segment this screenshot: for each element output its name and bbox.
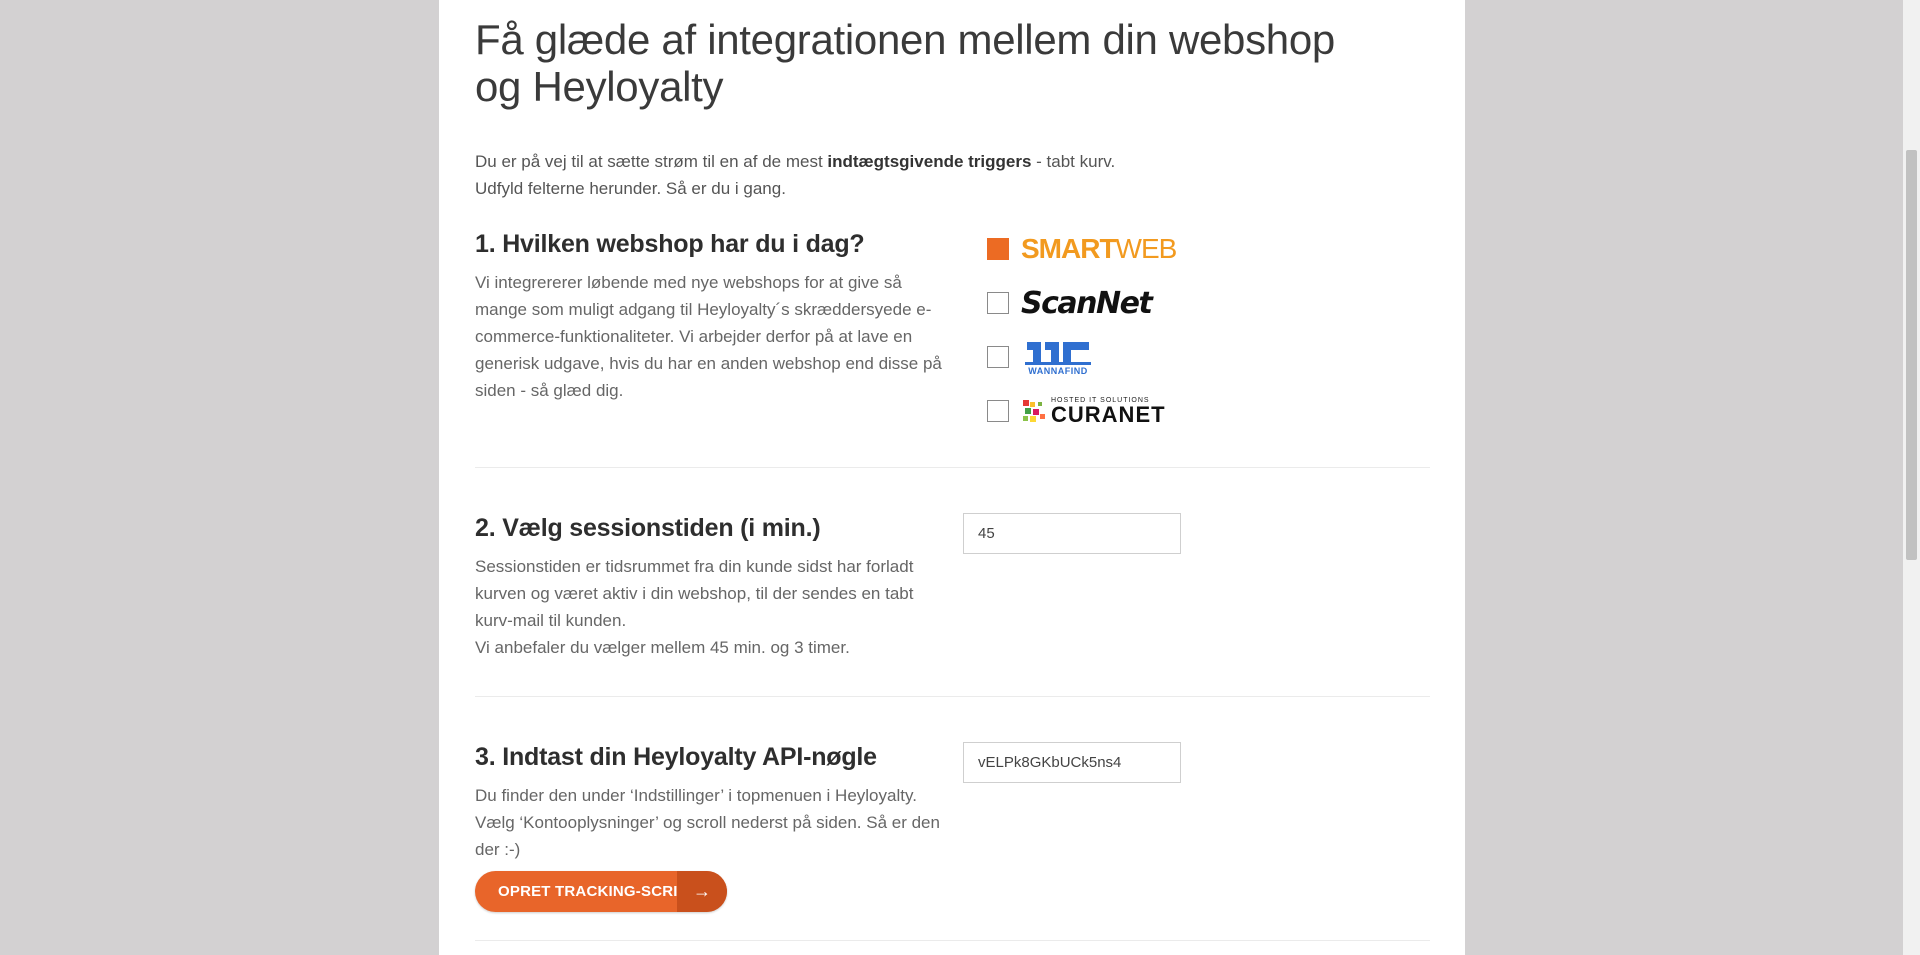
section-1-title: 1. Hvilken webshop har du i dag? [475, 230, 865, 258]
curanet-logo-text: CURANET [1051, 401, 1166, 427]
intro-line-1-start: Du er på vej til at sætte strøm til en a… [475, 152, 828, 171]
create-tracking-script-label: OPRET TRACKING-SCRIPT [498, 883, 698, 900]
curanet-checkbox[interactable] [987, 400, 1009, 422]
page-card: Få glæde af integrationen mellem din web… [439, 0, 1465, 955]
intro-line-1: Du er på vej til at sætte strøm til en a… [475, 148, 1275, 175]
intro-line-1-end: - tabt kurv. [1031, 152, 1116, 171]
arrow-right-icon: → [677, 871, 727, 912]
scrollbar-thumb[interactable] [1906, 150, 1917, 560]
curanet-logo-text-wrap: HOSTED IT SOLUTIONS CURANET [1051, 397, 1166, 426]
page-scrollbar[interactable] [1903, 0, 1920, 955]
section-session: 2. Vælg sessionstiden (i min.) Sessionst… [475, 513, 1430, 661]
session-time-input[interactable]: 45 [963, 513, 1181, 554]
wannafind-logo: WANNAFIND [1023, 338, 1093, 376]
webshop-options: SMART WEB ScanNet WANNAFIND HOSTED IT SO… [987, 230, 1207, 438]
section-2-text: Sessionstiden er tidsrummet fra din kund… [475, 553, 945, 661]
section-3-text: Du finder den under ‘Indstillinger’ i to… [475, 786, 940, 859]
intro-line-1-bold: indtægtsgivende triggers [827, 152, 1032, 171]
section-2-text-2: Vi anbefaler du vælger mellem 45 min. og… [475, 638, 850, 657]
create-tracking-script-button[interactable]: OPRET TRACKING-SCRIPT → [475, 871, 727, 912]
intro-text: Du er på vej til at sætte strøm til en a… [475, 148, 1275, 202]
smartweb-logo-bold: SMART [1021, 233, 1117, 264]
section-3-title: 3. Indtast din Heyloyalty API-nøgle [475, 743, 877, 771]
section-api-key: 3. Indtast din Heyloyalty API-nøgle Du f… [475, 742, 1430, 863]
section-divider-1 [475, 467, 1430, 468]
section-divider-3 [475, 940, 1430, 941]
webshop-option-curanet[interactable]: HOSTED IT SOLUTIONS CURANET [987, 384, 1207, 438]
section-2-title: 2. Vælg sessionstiden (i min.) [475, 514, 821, 542]
page-title: Få glæde af integrationen mellem din web… [475, 16, 1335, 110]
intro-line-2: Udfyld felterne herunder. Så er du i gan… [475, 179, 786, 198]
wannafind-logo-mark [1025, 342, 1091, 365]
api-key-input[interactable]: vELPk8GKbUCk5ns4 [963, 742, 1181, 783]
scannet-checkbox[interactable] [987, 292, 1009, 314]
smartweb-logo: SMART WEB [1021, 233, 1178, 265]
webshop-option-wannafind[interactable]: WANNAFIND [987, 330, 1207, 384]
section-2-text-1: Sessionstiden er tidsrummet fra din kund… [475, 557, 914, 630]
curanet-logo-mark [1023, 400, 1045, 422]
smartweb-logo-light: WEB [1115, 233, 1178, 264]
webshop-option-smartweb[interactable]: SMART WEB [987, 222, 1207, 276]
section-webshop: 1. Hvilken webshop har du i dag? Vi inte… [475, 229, 1430, 404]
scannet-logo: ScanNet [1021, 285, 1153, 321]
curanet-logo: HOSTED IT SOLUTIONS CURANET [1021, 397, 1166, 426]
wannafind-checkbox[interactable] [987, 346, 1009, 368]
section-divider-2 [475, 696, 1430, 697]
smartweb-checkbox[interactable] [987, 238, 1009, 260]
webshop-option-scannet[interactable]: ScanNet [987, 276, 1207, 330]
section-1-text: Vi integrererer løbende med nye webshops… [475, 273, 942, 400]
wannafind-logo-text: WANNAFIND [1028, 366, 1088, 376]
